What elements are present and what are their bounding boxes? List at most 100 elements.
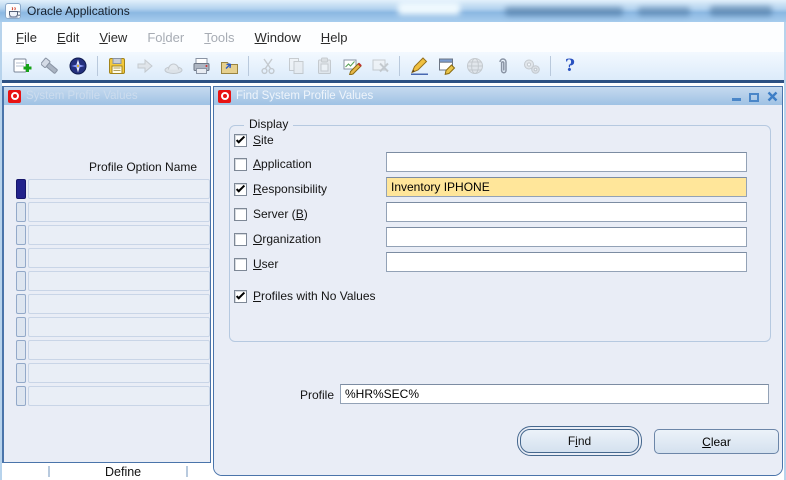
record-selector[interactable]	[16, 339, 26, 360]
application-checkbox[interactable]	[234, 157, 247, 171]
profile-option-name-field[interactable]	[28, 178, 210, 199]
display-group-label: Display	[244, 117, 294, 131]
responsibility-checkbox[interactable]	[234, 182, 247, 196]
profile-option-row	[16, 361, 210, 384]
background-window-fragment	[48, 466, 50, 477]
row-user: User	[234, 257, 278, 271]
server-checkbox[interactable]	[234, 207, 247, 221]
application-field[interactable]	[386, 152, 747, 172]
profile-option-row	[16, 200, 210, 223]
maximize-icon[interactable]	[748, 91, 760, 102]
menu-view[interactable]: View	[89, 27, 137, 48]
profiles-with-no-values-checkbox[interactable]	[234, 289, 247, 303]
find-flashlight-icon[interactable]	[39, 54, 61, 78]
profile-option-name-field[interactable]	[28, 224, 210, 245]
oracle-logo-icon	[8, 89, 21, 103]
system-profile-values-titlebar[interactable]: System Profile Values	[4, 87, 210, 105]
row-site: Site	[234, 133, 274, 147]
record-selector[interactable]	[16, 178, 26, 199]
toolbar-separator	[399, 56, 400, 76]
responsibility-field[interactable]	[386, 177, 747, 197]
background-glass-blur	[710, 6, 772, 16]
help-icon[interactable]: ?	[559, 54, 581, 78]
zoom-window-icon[interactable]	[436, 54, 458, 78]
column-header-profile-option-name: Profile Option Name	[89, 160, 198, 174]
record-selector[interactable]	[16, 270, 26, 291]
record-selector[interactable]	[16, 224, 26, 245]
profile-option-name-field[interactable]	[28, 293, 210, 314]
organization-field[interactable]	[386, 227, 747, 247]
menu-help[interactable]: Help	[311, 27, 358, 48]
profile-option-rows	[16, 177, 210, 407]
next-step-icon	[134, 54, 156, 78]
os-window-title: Oracle Applications	[27, 4, 130, 18]
clear-record-icon[interactable]	[341, 54, 363, 78]
menu-window[interactable]: Window	[245, 27, 311, 48]
window-find-system-profile-values: Find System Profile Values Display Site …	[213, 86, 783, 476]
oracle-logo-icon	[218, 89, 231, 103]
site-label: Site	[253, 133, 274, 147]
edit-field-pencil-icon[interactable]	[408, 54, 430, 78]
new-record-icon[interactable]	[11, 54, 33, 78]
paste-clipboard-icon	[313, 54, 335, 78]
profile-option-row	[16, 246, 210, 269]
folder-tools-gears-icon	[520, 54, 542, 78]
profile-option-row	[16, 384, 210, 407]
record-selector[interactable]	[16, 201, 26, 222]
record-selector[interactable]	[16, 316, 26, 337]
record-selector[interactable]	[16, 247, 26, 268]
find-window-client: Display Site Application Responsibility	[214, 105, 782, 475]
find-button-default-ring: Find	[517, 426, 642, 456]
profile-option-row	[16, 223, 210, 246]
background-glass-blur	[638, 7, 690, 16]
menu-file[interactable]: File	[6, 27, 47, 48]
row-server: Server (B)	[234, 207, 308, 221]
profile-option-row	[16, 315, 210, 338]
toolbar-separator	[97, 56, 98, 76]
profile-option-name-field[interactable]	[28, 385, 210, 406]
profile-option-name-field[interactable]	[28, 247, 210, 268]
profile-option-name-field[interactable]	[28, 362, 210, 383]
server-field[interactable]	[386, 202, 747, 222]
row-application: Application	[234, 157, 312, 171]
window-controls	[730, 91, 778, 102]
toolbar-separator	[550, 56, 551, 76]
attachments-paperclip-icon[interactable]	[492, 54, 514, 78]
navigator-icon[interactable]	[67, 54, 89, 78]
record-selector[interactable]	[16, 362, 26, 383]
application-label: Application	[253, 157, 312, 171]
profile-option-name-field[interactable]	[28, 201, 210, 222]
window-title: System Profile Values	[26, 90, 138, 102]
row-organization: Organization	[234, 232, 321, 246]
minimize-icon[interactable]	[730, 91, 742, 102]
profile-option-row	[16, 338, 210, 361]
cut-scissors-icon	[257, 54, 279, 78]
profile-option-name-field[interactable]	[28, 316, 210, 337]
print-icon[interactable]	[190, 54, 212, 78]
record-selector[interactable]	[16, 385, 26, 406]
record-selector[interactable]	[16, 293, 26, 314]
window-system-profile-values: System Profile Values Profile Option Nam…	[2, 86, 211, 463]
profile-search-input[interactable]	[340, 384, 769, 404]
menu-edit[interactable]: Edit	[47, 27, 89, 48]
system-profile-values-client: Profile Option Name	[4, 105, 210, 462]
profile-option-name-field[interactable]	[28, 339, 210, 360]
row-profiles-no-values: Profiles with No Values	[234, 289, 376, 303]
delete-record-icon	[369, 54, 391, 78]
translations-globe-icon	[464, 54, 486, 78]
user-label: User	[253, 257, 279, 271]
site-checkbox[interactable]	[234, 133, 247, 147]
profile-option-name-field[interactable]	[28, 270, 210, 291]
close-icon[interactable]	[766, 91, 778, 102]
menu-bar: File Edit View Folder Tools Window Help	[2, 22, 784, 52]
user-checkbox[interactable]	[234, 257, 247, 271]
find-button[interactable]: Find	[520, 429, 639, 453]
close-form-folder-icon[interactable]	[218, 54, 240, 78]
profile-option-row	[16, 177, 210, 200]
organization-checkbox[interactable]	[234, 232, 247, 246]
find-window-titlebar[interactable]: Find System Profile Values	[214, 87, 782, 105]
mdi-area: Define System Profile Values Profile Opt…	[2, 83, 784, 479]
user-field[interactable]	[386, 252, 747, 272]
save-icon[interactable]	[106, 54, 128, 78]
clear-button[interactable]: Clear	[654, 429, 779, 454]
